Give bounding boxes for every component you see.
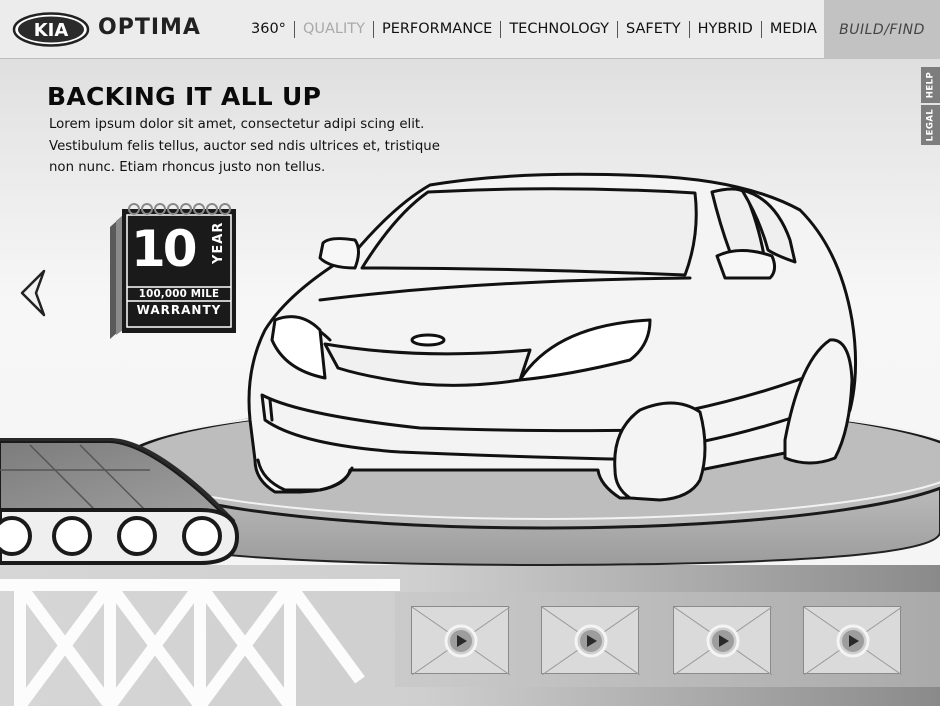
warranty-miles: 100,000 MILE (138, 288, 220, 300)
warranty-label: WARRANTY (136, 303, 222, 317)
legal-tab-label: LEGAL (925, 108, 936, 142)
nav-item-performance[interactable]: PERFORMANCE (372, 21, 500, 38)
play-icon (542, 607, 640, 675)
help-tab[interactable]: HELP (921, 67, 940, 103)
car-illustration (247, 172, 858, 502)
play-icon (804, 607, 902, 675)
body-copy: Lorem ipsum dolor sit amet, consectetur … (49, 114, 519, 179)
nav-item-media[interactable]: MEDIA (760, 21, 825, 38)
body-line: Vestibulum felis tellus, auctor sed ndis… (49, 138, 440, 154)
nav-item-safety[interactable]: SAFETY (616, 21, 689, 38)
page-headline: BACKING IT ALL UP (47, 82, 322, 111)
model-name: OPTIMA (98, 15, 201, 40)
body-line: non nunc. Etiam rhoncus justo non tellus… (49, 160, 326, 175)
video-thumbnail-1[interactable] (411, 606, 510, 675)
nav-item-360[interactable]: 360° (243, 21, 294, 38)
nav-item-technology[interactable]: TECHNOLOGY (500, 21, 617, 38)
help-tab-label: HELP (925, 71, 936, 99)
play-icon (412, 607, 510, 675)
top-navigation-bar: KIA OPTIMA 360° QUALITY PERFORMANCE TECH… (0, 0, 940, 59)
main-nav: 360° QUALITY PERFORMANCE TECHNOLOGY SAFE… (243, 0, 825, 59)
warranty-unit: YEAR (211, 221, 226, 264)
nav-item-quality[interactable]: QUALITY (293, 21, 373, 38)
kia-logo[interactable]: KIA (12, 12, 90, 47)
warranty-number: 10 (131, 220, 198, 278)
body-line: Lorem ipsum dolor sit amet, consectetur … (49, 117, 425, 132)
video-thumbnail-4[interactable] (803, 606, 902, 675)
chevron-left-icon[interactable] (14, 268, 50, 318)
kia-logo-text: KIA (34, 20, 69, 41)
legal-tab[interactable]: LEGAL (921, 105, 940, 145)
build-find-button[interactable]: BUILD/FIND (824, 0, 940, 59)
nav-item-hybrid[interactable]: HYBRID (688, 21, 761, 38)
warranty-badge: 10 YEAR 100,000 MILE WARRANTY (100, 197, 240, 347)
video-thumbnail-3[interactable] (673, 606, 772, 675)
video-thumbnail-2[interactable] (541, 606, 640, 675)
play-icon (674, 607, 772, 675)
